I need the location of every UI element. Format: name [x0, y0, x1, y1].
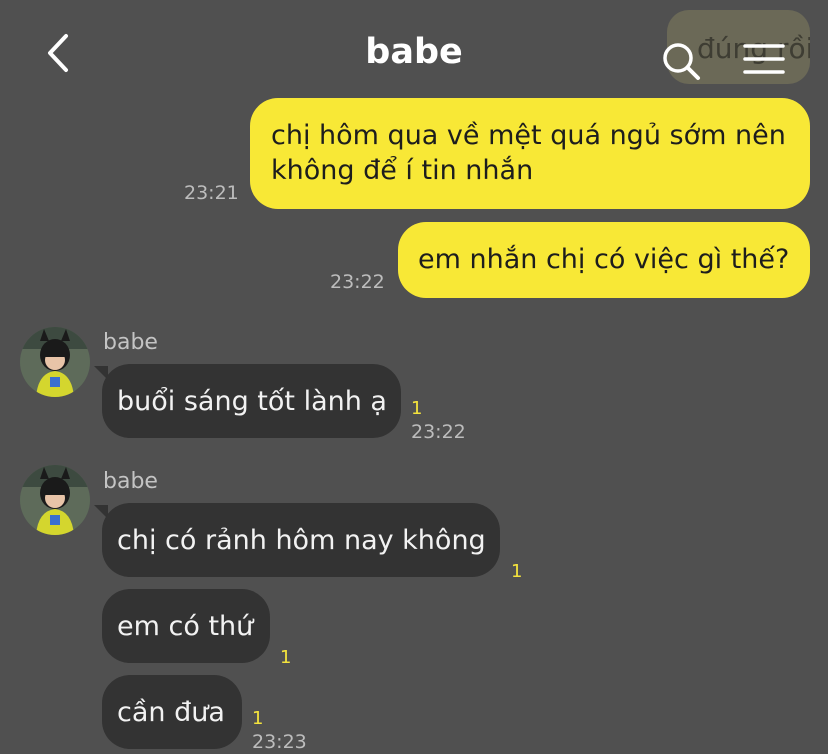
outgoing-message-bubble[interactable]: em nhắn chị có việc gì thế? [398, 222, 810, 298]
unread-count: 1 [252, 708, 264, 729]
avatar[interactable] [20, 327, 90, 397]
message-timestamp: 23:21 [184, 182, 239, 204]
message-text-line: không để í tin nhắn [271, 155, 534, 186]
hamburger-menu-icon[interactable] [742, 42, 786, 76]
unread-count: 1 [511, 561, 523, 582]
incoming-message-bubble[interactable]: buổi sáng tốt lành ạ [102, 364, 401, 438]
incoming-message-bubble[interactable]: cần đưa [102, 675, 242, 749]
message-text: chị có rảnh hôm nay không [117, 525, 486, 556]
outgoing-message-bubble[interactable]: chị hôm qua về mệt quá ngủ sớm nên không… [250, 98, 810, 209]
unread-count: 1 [280, 647, 292, 668]
message-text: buổi sáng tốt lành ạ [117, 386, 387, 417]
message-timestamp: 23:22 [411, 421, 466, 443]
incoming-message-bubble[interactable]: em có thứ [102, 589, 270, 663]
message-text: em nhắn chị có việc gì thế? [418, 244, 790, 275]
sender-name: babe [103, 469, 158, 494]
avatar[interactable] [20, 465, 90, 535]
sender-name: babe [103, 330, 158, 355]
unread-count: 1 [411, 398, 423, 419]
message-text: em có thứ [117, 611, 254, 642]
incoming-message-bubble[interactable]: chị có rảnh hôm nay không [102, 503, 500, 577]
search-icon[interactable] [660, 40, 704, 84]
message-text-line: chị hôm qua về mệt quá ngủ sớm nên [271, 120, 786, 151]
message-text: cần đưa [117, 697, 225, 728]
message-timestamp: 23:23 [252, 731, 307, 753]
message-timestamp: 23:22 [330, 271, 385, 293]
